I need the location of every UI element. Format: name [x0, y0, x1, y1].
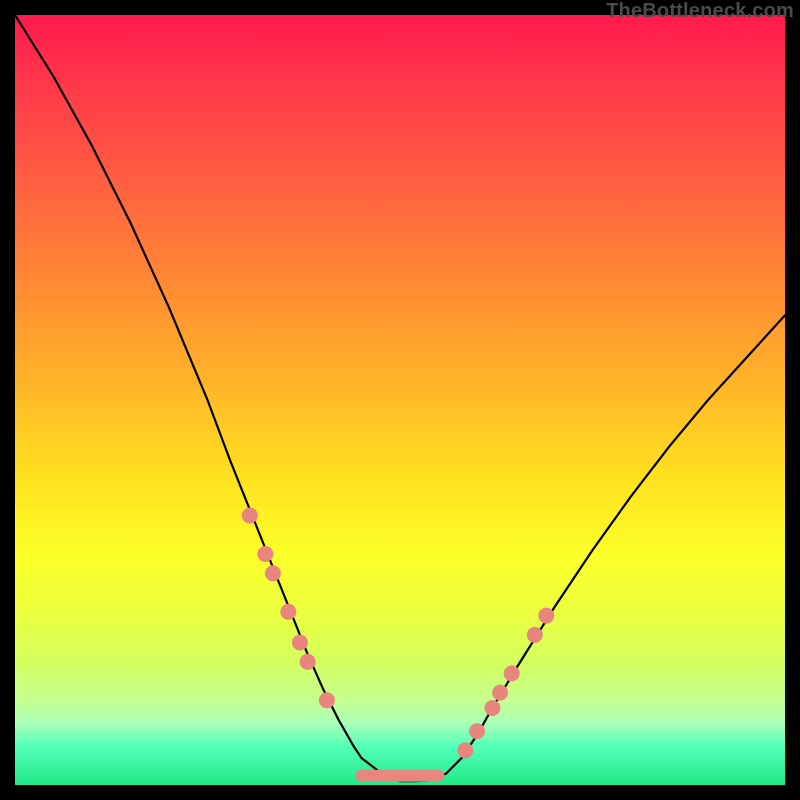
- data-marker: [492, 685, 508, 701]
- data-marker: [300, 654, 316, 670]
- data-marker: [257, 546, 273, 562]
- data-marker: [484, 700, 500, 716]
- data-marker: [242, 508, 258, 524]
- data-marker: [457, 742, 473, 758]
- bottleneck-curve: [15, 15, 785, 781]
- data-marker: [538, 608, 554, 624]
- watermark-text: TheBottleneck.com: [606, 0, 794, 23]
- marker-cluster-right: [457, 608, 554, 759]
- data-marker: [280, 604, 296, 620]
- data-marker: [527, 627, 543, 643]
- data-marker: [265, 565, 281, 581]
- data-marker: [319, 692, 335, 708]
- marker-cluster-left: [242, 508, 335, 709]
- data-marker: [292, 635, 308, 651]
- data-marker: [469, 723, 485, 739]
- data-marker: [504, 665, 520, 681]
- bottleneck-chart-svg: [15, 15, 785, 785]
